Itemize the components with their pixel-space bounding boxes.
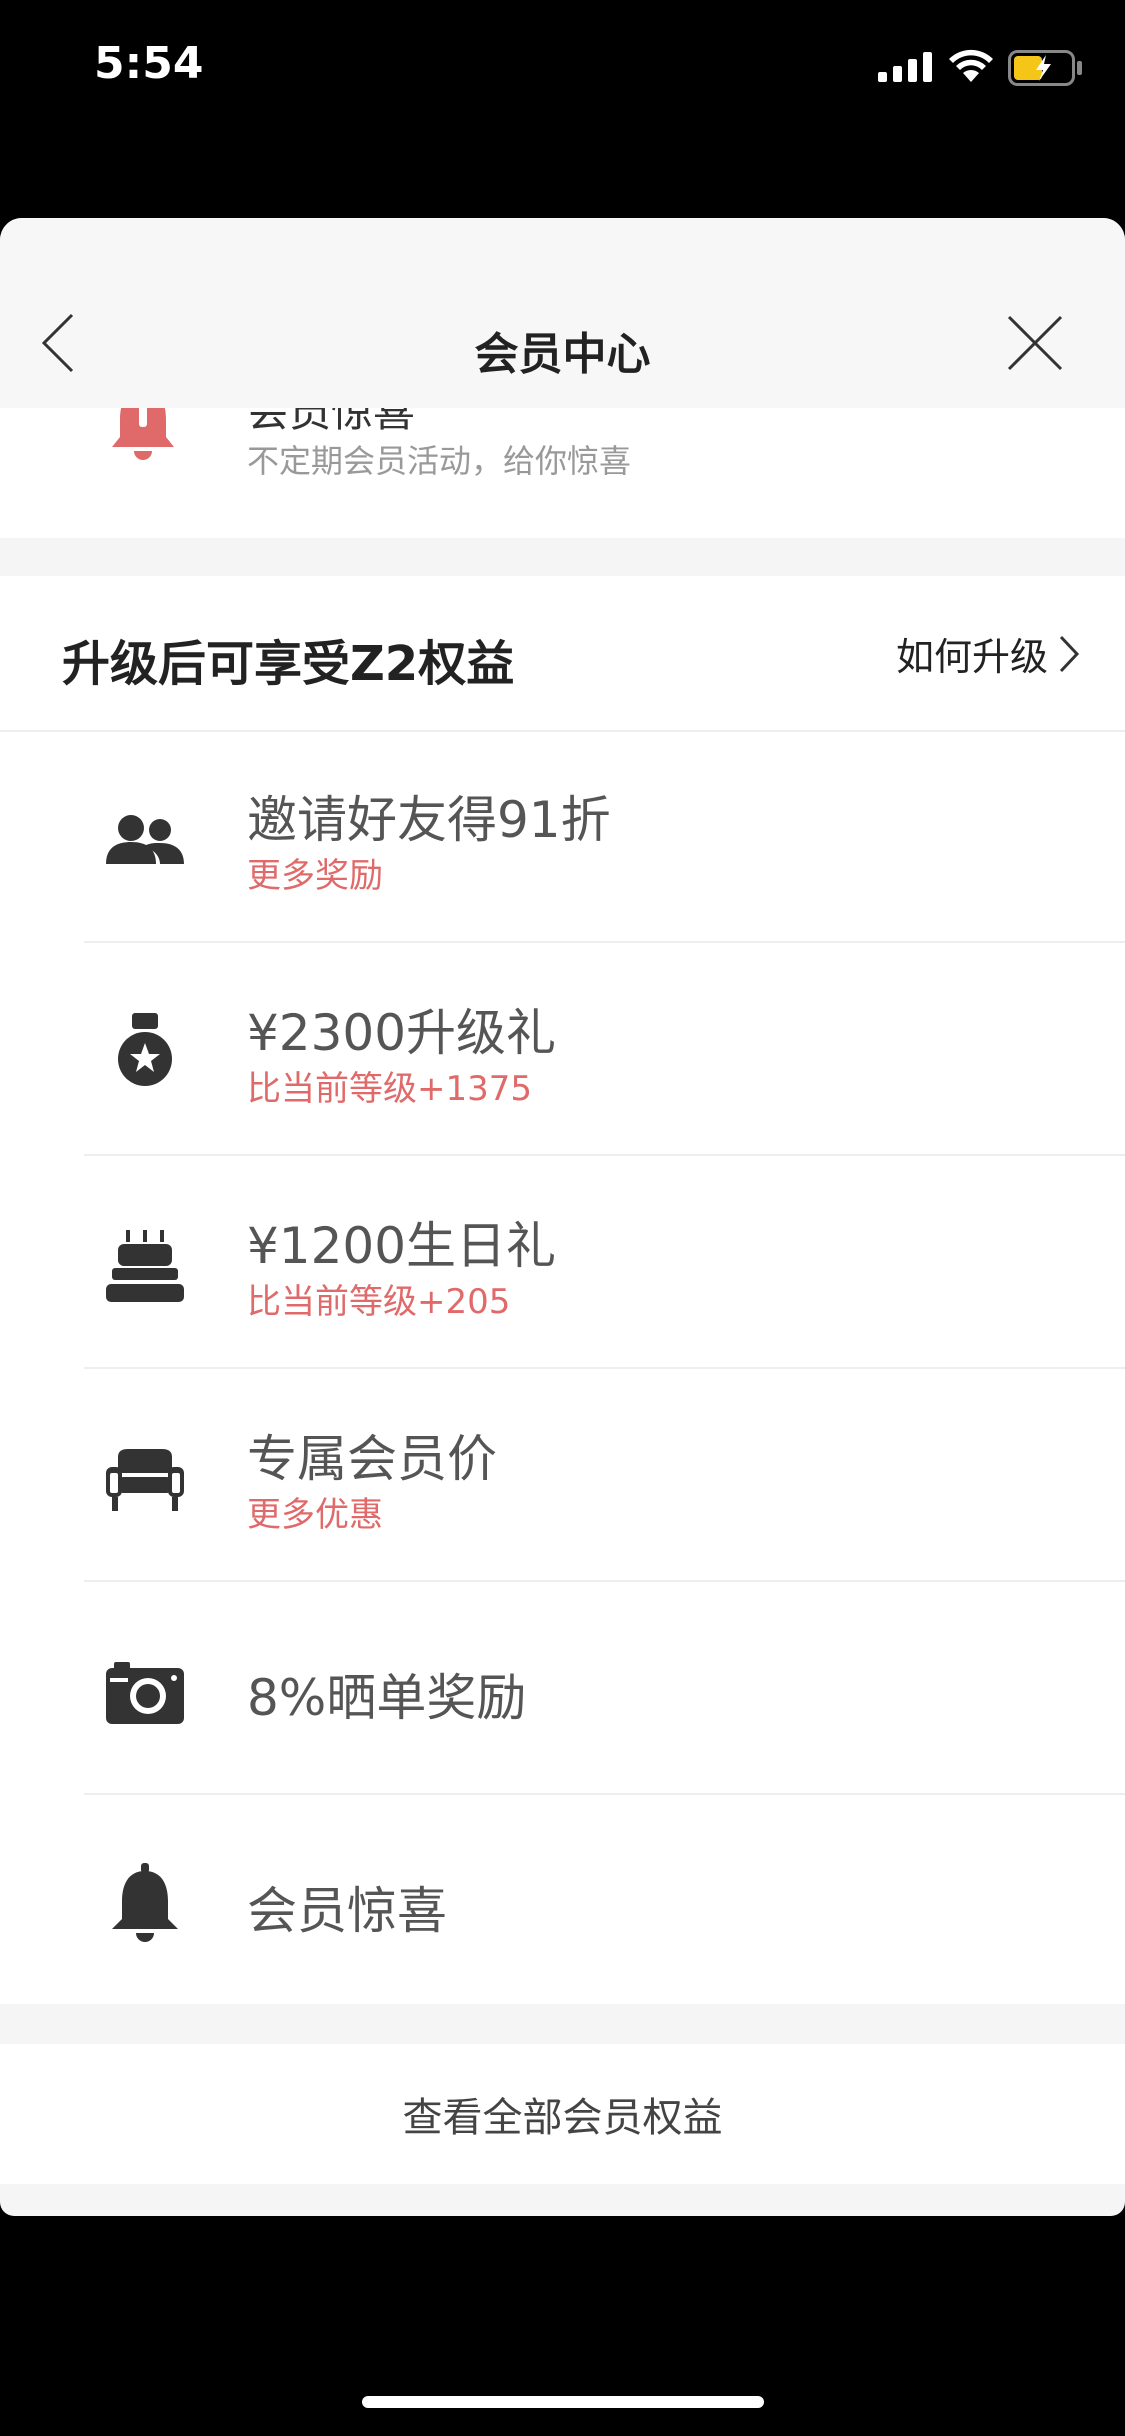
benefits-title: 升级后可享受Z2权益 <box>62 636 515 692</box>
benefit-subtitle: 比当前等级+1375 <box>247 1069 533 1109</box>
page-title: 会员中心 <box>474 329 651 380</box>
bell-icon <box>112 1863 178 1942</box>
benefit-row-upgrade-gift[interactable]: ¥2300升级礼 比当前等级+1375 <box>0 943 1125 1156</box>
camera-icon <box>106 1662 184 1724</box>
sofa-icon <box>106 1449 184 1511</box>
benefit-subtitle: 更多奖励 <box>247 856 383 896</box>
battery-icon <box>1008 50 1082 86</box>
benefit-row-birthday-gift[interactable]: ¥1200生日礼 比当前等级+205 <box>0 1156 1125 1369</box>
nav-bar: 会员中心 <box>0 218 1125 408</box>
status-bar: 5:54 <box>0 0 1125 140</box>
users-icon <box>106 815 184 864</box>
home-indicator[interactable] <box>362 2396 764 2408</box>
member-center-sheet: 会员中心 会员惊喜 不定期会员活动，给你惊喜 升级后可享受Z2权益 如何升级 邀… <box>0 218 1125 2216</box>
upgrade-benefits-card: 升级后可享受Z2权益 如何升级 邀请好友得91折 更多奖励 ¥2300升级礼 比… <box>0 576 1125 2004</box>
chevron-right-icon <box>1059 635 1080 672</box>
benefit-subtitle: 比当前等级+205 <box>247 1282 511 1322</box>
benefit-row-member-price[interactable]: 专属会员价 更多优惠 <box>0 1369 1125 1582</box>
how-to-upgrade-label: 如何升级 <box>895 635 1048 679</box>
benefits-header: 升级后可享受Z2权益 如何升级 <box>0 576 1125 732</box>
benefit-title: ¥2300升级礼 <box>247 1004 557 1062</box>
status-time: 5:54 <box>94 38 204 89</box>
close-icon[interactable] <box>1005 313 1065 373</box>
medal-icon <box>118 1013 172 1086</box>
benefit-title: ¥1200生日礼 <box>247 1217 557 1275</box>
benefit-title: 专属会员价 <box>247 1430 497 1488</box>
benefit-title: 邀请好友得91折 <box>247 791 611 849</box>
benefit-subtitle: 更多优惠 <box>247 1495 383 1535</box>
benefit-title: 8%晒单奖励 <box>247 1669 527 1727</box>
benefit-row-member-surprise[interactable]: 会员惊喜 <box>0 1795 1125 2008</box>
wifi-icon <box>949 49 993 82</box>
view-all-benefits-button[interactable]: 查看全部会员权益 <box>0 2044 1125 2184</box>
signal-icon <box>878 52 932 82</box>
previous-benefit-card: 会员惊喜 不定期会员活动，给你惊喜 <box>0 387 1125 538</box>
benefit-row-invite[interactable]: 邀请好友得91折 更多奖励 <box>0 730 1125 943</box>
cake-icon <box>106 1230 184 1302</box>
previous-benefit-subtitle: 不定期会员活动，给你惊喜 <box>247 442 632 480</box>
how-to-upgrade-link[interactable]: 如何升级 <box>896 626 1080 681</box>
benefit-row-review-reward[interactable]: 8%晒单奖励 <box>0 1582 1125 1795</box>
benefit-title: 会员惊喜 <box>247 1882 447 1940</box>
